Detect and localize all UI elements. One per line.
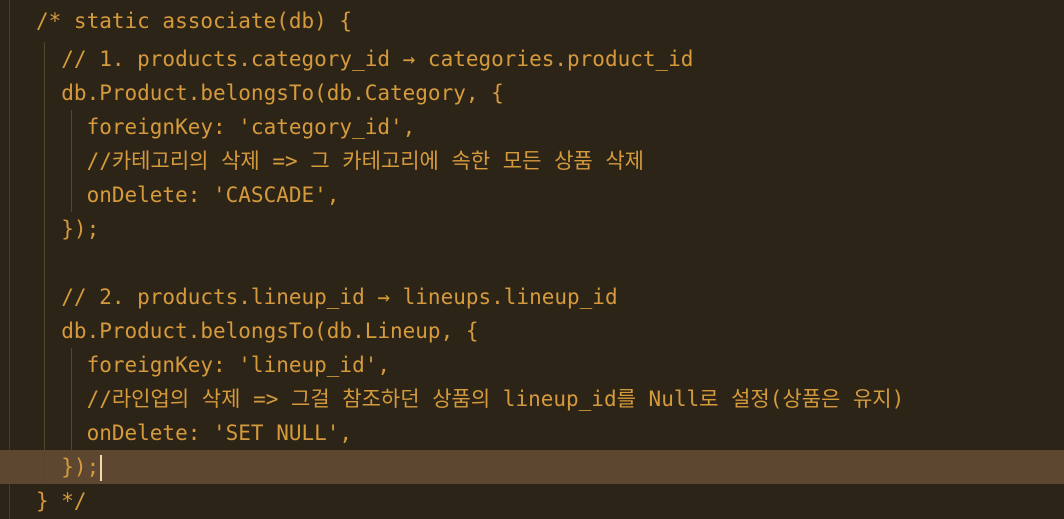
current-line-highlight[interactable]: }); [0,450,1064,484]
code-line-7[interactable]: }); [0,212,1064,246]
code-line-14: }); [36,450,103,484]
code-line-4[interactable]: foreignKey: 'category_id', [0,110,1064,144]
code-text: // 2. products.lineup_id → lineups.lineu… [36,285,618,309]
indent-guide [44,246,45,280]
code-text: onDelete: 'SET NULL', [36,421,353,445]
code-text: foreignKey: 'category_id', [36,115,416,139]
code-text: // 1. products.category_id → categories.… [36,47,694,71]
code-line-13[interactable]: onDelete: 'SET NULL', [0,416,1064,450]
code-line-9[interactable]: // 2. products.lineup_id → lineups.lineu… [0,280,1064,314]
code-line-12[interactable]: //라인업의 삭제 => 그걸 참조하던 상품의 lineup_id를 Null… [0,382,1064,416]
code-text: }); [36,217,100,241]
code-text: }); [36,455,100,479]
code-text: /* static associate(db) { [36,9,353,33]
code-text: onDelete: 'CASCADE', [36,183,340,207]
text-cursor [100,455,103,481]
code-line-1[interactable]: /* static associate(db) { [0,4,1064,38]
code-text: foreignKey: 'lineup_id', [36,353,391,377]
code-text: db.Product.belongsTo(db.Category, { [36,81,504,105]
code-line-6[interactable]: onDelete: 'CASCADE', [0,178,1064,212]
code-line-5[interactable]: //카테고리의 삭제 => 그 카테고리에 속한 모든 상품 삭제 [0,144,1064,178]
code-line-8[interactable] [0,246,1064,280]
code-text: //라인업의 삭제 => 그걸 참조하던 상품의 lineup_id를 Null… [36,387,905,411]
code-editor[interactable]: /* static associate(db) { // 1. products… [0,0,1064,519]
code-line-2[interactable]: // 1. products.category_id → categories.… [0,42,1064,76]
code-line-11[interactable]: foreignKey: 'lineup_id', [0,348,1064,382]
code-text: } */ [36,489,87,513]
code-line-15[interactable]: } */ [0,484,1064,518]
code-text: //카테고리의 삭제 => 그 카테고리에 속한 모든 상품 삭제 [36,149,645,173]
code-line-3[interactable]: db.Product.belongsTo(db.Category, { [0,76,1064,110]
code-text: db.Product.belongsTo(db.Lineup, { [36,319,479,343]
code-line-10[interactable]: db.Product.belongsTo(db.Lineup, { [0,314,1064,348]
